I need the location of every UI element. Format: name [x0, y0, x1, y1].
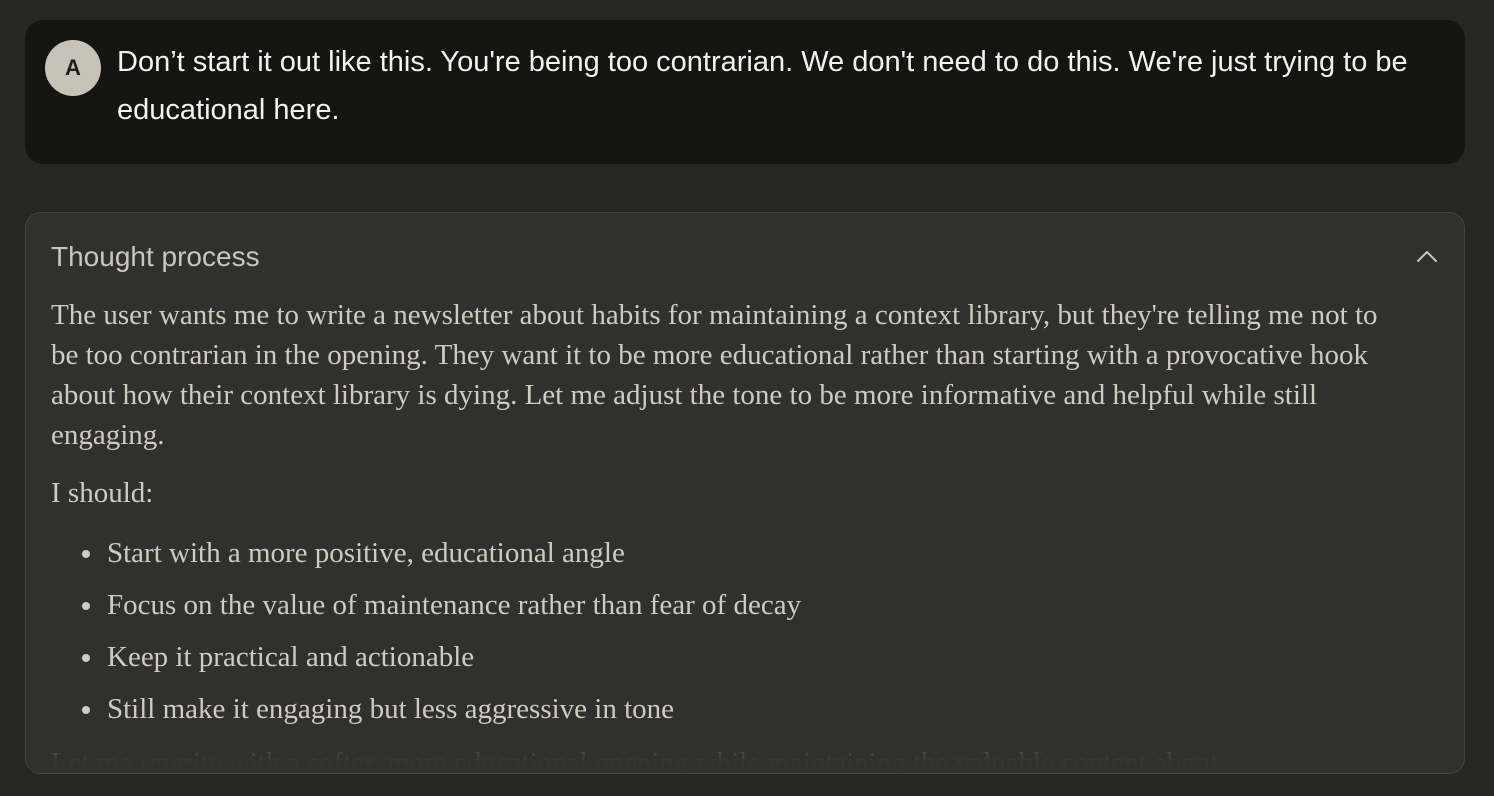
thought-truncated-line: Let me rewrite with a softer, more educa… — [51, 747, 1219, 774]
thought-paragraph: The user wants me to write a newsletter … — [51, 299, 1378, 451]
bullet-dot — [82, 654, 90, 662]
list-item: Focus on the value of maintenance rather… — [82, 579, 1391, 631]
list-item-text: Keep it practical and actionable — [107, 641, 475, 673]
thought-paragraph: I should: — [51, 477, 154, 509]
thought-bullet-list: Start with a more positive, educational … — [51, 527, 1391, 735]
list-item-text: Still make it engaging but less aggressi… — [107, 693, 675, 725]
bullet-dot — [82, 706, 90, 714]
user-avatar: A — [45, 40, 101, 96]
list-item-text: Focus on the value of maintenance rather… — [107, 589, 802, 621]
thought-process-title: Thought process — [51, 241, 260, 272]
bullet-dot — [82, 550, 90, 558]
list-item: Start with a more positive, educational … — [82, 527, 1391, 579]
user-message-text: Don’t start it out like this. You're bei… — [117, 46, 1408, 126]
list-item: Still make it engaging but less aggressi… — [82, 683, 1391, 735]
list-item-text: Start with a more positive, educational … — [107, 537, 625, 569]
list-item: Keep it practical and actionable — [82, 631, 1391, 683]
bullet-dot — [82, 602, 90, 610]
user-message: A Don’t start it out like this. You're b… — [25, 20, 1465, 164]
chevron-up-icon[interactable] — [1415, 245, 1439, 269]
thought-process-panel: Thought process The user wants me to wri… — [25, 212, 1465, 774]
thought-process-header[interactable]: Thought process — [51, 237, 1439, 277]
thought-process-body: The user wants me to write a newsletter … — [51, 295, 1391, 774]
